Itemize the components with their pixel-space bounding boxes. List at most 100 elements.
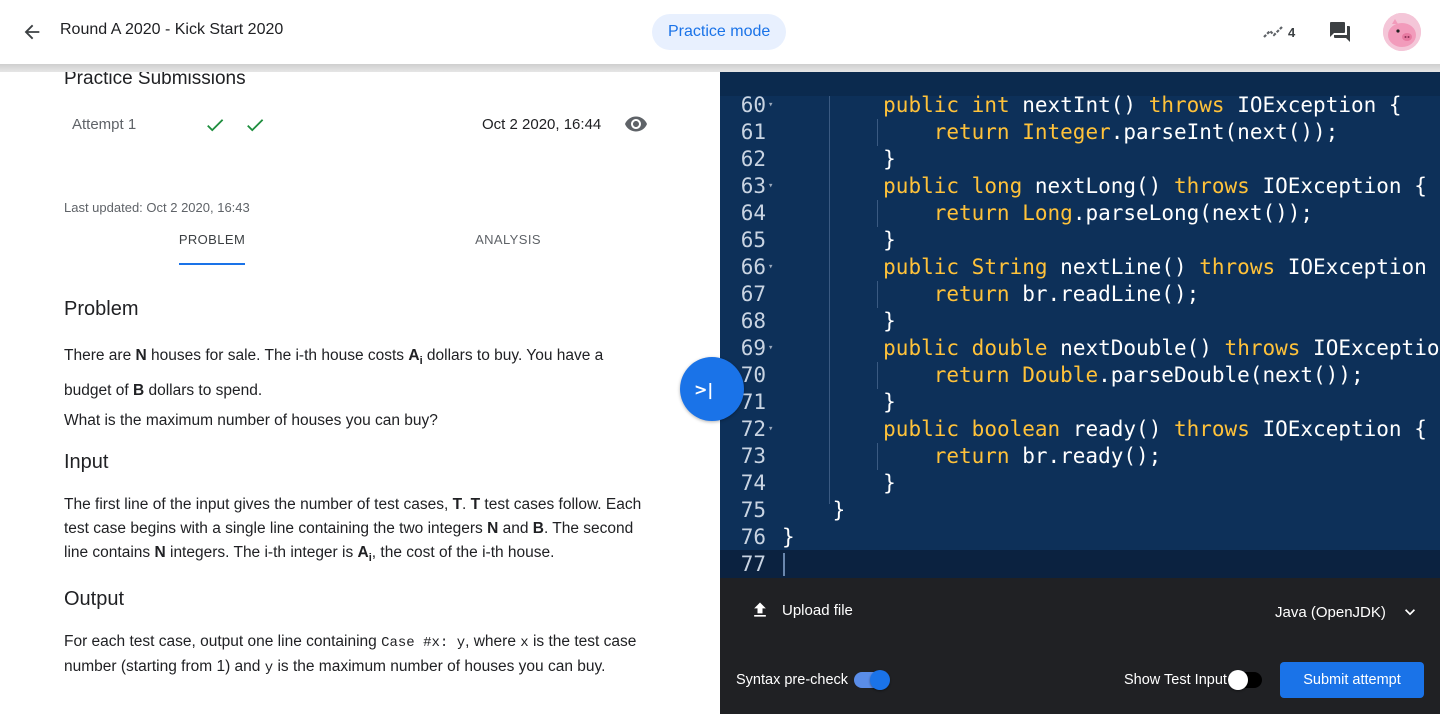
fold-marker-icon[interactable]: ▾ (768, 92, 773, 119)
line-number: 76 (740, 525, 766, 549)
header-divider (0, 64, 1440, 72)
code-text: public boolean ready() throws IOExceptio… (883, 417, 1427, 441)
text-cursor (783, 553, 785, 576)
code-text: public long nextLong() throws IOExceptio… (883, 174, 1427, 198)
show-test-input-toggle[interactable] (1228, 670, 1262, 690)
indent-guide (877, 119, 878, 146)
code-line[interactable]: 64 return Long.parseLong(next()); (720, 200, 1440, 227)
code-line[interactable]: 61 return Integer.parseInt(next()); (720, 119, 1440, 146)
line-number: 63 (740, 174, 766, 198)
code-text: public String nextLine() throws IOExcept… (883, 255, 1440, 279)
upload-file-button[interactable]: Upload file (750, 600, 853, 620)
code-text: } (782, 390, 896, 414)
eye-icon[interactable] (624, 112, 648, 136)
code-text: } (782, 498, 846, 522)
stats-count: 4 (1288, 24, 1296, 40)
line-number: 62 (740, 147, 766, 171)
code-line[interactable]: 66 ▾ public String nextLine() throws IOEx… (720, 254, 1440, 281)
code-text: } (782, 471, 896, 495)
code-line[interactable]: 72 ▾ public boolean ready() throws IOExce… (720, 416, 1440, 443)
code-text: return br.readLine(); (933, 282, 1200, 306)
code-text: public double nextDouble() throws IOExce… (883, 336, 1440, 360)
code-line[interactable]: 63 ▾ public long nextLong() throws IOExce… (720, 173, 1440, 200)
code-line[interactable]: 70 return Double.parseDouble(next()); (720, 362, 1440, 389)
indent-guide (877, 281, 878, 308)
code-text: return Integer.parseInt(next()); (933, 120, 1339, 144)
avatar[interactable] (1383, 13, 1421, 51)
check-icon (207, 119, 224, 132)
fold-marker-icon[interactable]: ▾ (768, 416, 773, 443)
line-number: 64 (740, 201, 766, 225)
input-description: The first line of the input gives the nu… (64, 496, 642, 565)
toggle-knob (1228, 670, 1248, 690)
tab-analysis[interactable]: ANALYSIS (474, 232, 542, 265)
fold-marker-icon[interactable]: ▾ (768, 335, 773, 362)
code-line[interactable]: 68 } (720, 308, 1440, 335)
collapse-panel-button[interactable]: >| (680, 357, 744, 421)
toggle-knob (870, 670, 890, 690)
tab-problem[interactable]: PROBLEM (179, 232, 245, 265)
code-line[interactable]: 74 } (720, 470, 1440, 497)
indent-guide (877, 443, 878, 470)
code-line[interactable]: 71 } (720, 389, 1440, 416)
line-number: 75 (740, 498, 766, 522)
top-app-bar: Round A 2020 - Kick Start 2020 Practice … (0, 0, 1440, 64)
attempt-label: Attempt 1 (72, 116, 137, 133)
upload-file-label: Upload file (782, 601, 853, 619)
attempt-row: Attempt 1 Oct 2 2020, 16:44 (64, 106, 664, 142)
line-number: 77 (740, 552, 766, 576)
last-updated: Last updated: Oct 2 2020, 16:43 (64, 200, 250, 215)
line-number: 68 (740, 309, 766, 333)
code-text: } (782, 525, 795, 549)
stats-button[interactable]: 4 (1262, 20, 1295, 44)
code-line[interactable]: 76} (720, 524, 1440, 551)
code-line[interactable]: 75 } (720, 497, 1440, 524)
problem-question: What is the maximum number of houses you… (64, 412, 438, 429)
code-text: return Double.parseDouble(next()); (933, 363, 1364, 387)
code-text: public int nextInt() throws IOException … (883, 93, 1402, 117)
chevron-down-icon (1404, 609, 1415, 616)
code-line[interactable]: 77 (720, 551, 1440, 578)
upload-icon (754, 602, 766, 617)
page-title: Round A 2020 - Kick Start 2020 (60, 21, 284, 38)
line-number: 74 (740, 471, 766, 495)
line-number: 69 (740, 336, 766, 360)
show-test-input-label: Show Test Input (1124, 672, 1227, 688)
code-line[interactable]: 62 } (720, 146, 1440, 173)
forum-icon[interactable] (1326, 18, 1354, 46)
submissions-title: Practice Submissions (64, 72, 246, 89)
practice-mode-chip[interactable]: Practice mode (652, 14, 787, 50)
problem-statement: There are N houses for sale. The i-th ho… (64, 347, 604, 400)
problem-panel: Practice Submissions Attempt 1 Oct 2 202… (0, 72, 720, 714)
submit-attempt-button[interactable]: Submit attempt (1280, 662, 1424, 698)
syntax-precheck-toggle[interactable] (854, 670, 890, 690)
check-icon (247, 119, 264, 132)
code-text: } (782, 228, 896, 252)
language-value: Java (OpenJDK) (1275, 603, 1386, 621)
code-text: return Long.parseLong(next()); (933, 201, 1314, 225)
code-text: } (782, 147, 896, 171)
code-line[interactable]: 60 ▾ public int nextInt() throws IOExcept… (720, 92, 1440, 119)
collapse-panel-icon: >| (694, 379, 714, 399)
attempt-date: Oct 2 2020, 16:44 (482, 116, 602, 133)
fold-marker-icon[interactable]: ▾ (768, 254, 773, 281)
trending-icon (1263, 26, 1283, 38)
code-line[interactable]: 69 ▾ public double nextDouble() throws IO… (720, 335, 1440, 362)
line-number: 65 (740, 228, 766, 252)
language-select[interactable]: Java (OpenJDK) (1275, 602, 1420, 622)
line-number: 67 (740, 282, 766, 306)
fold-marker-icon[interactable]: ▾ (768, 173, 773, 200)
back-arrow-icon[interactable] (18, 18, 46, 46)
indent-guide (877, 200, 878, 227)
line-number: 60 (740, 93, 766, 117)
code-text: } (782, 309, 896, 333)
line-number: 72 (740, 417, 766, 441)
code-line[interactable]: 65 } (720, 227, 1440, 254)
syntax-precheck-label: Syntax pre-check (736, 672, 849, 688)
code-editor[interactable]: 60 ▾ public int nextInt() throws IOExcept… (720, 72, 1440, 578)
code-line[interactable]: 67 return br.readLine(); (720, 281, 1440, 308)
line-number: 61 (740, 120, 766, 144)
line-number: 66 (740, 255, 766, 279)
line-number: 73 (740, 444, 766, 468)
code-line[interactable]: 73 return br.ready(); (720, 443, 1440, 470)
